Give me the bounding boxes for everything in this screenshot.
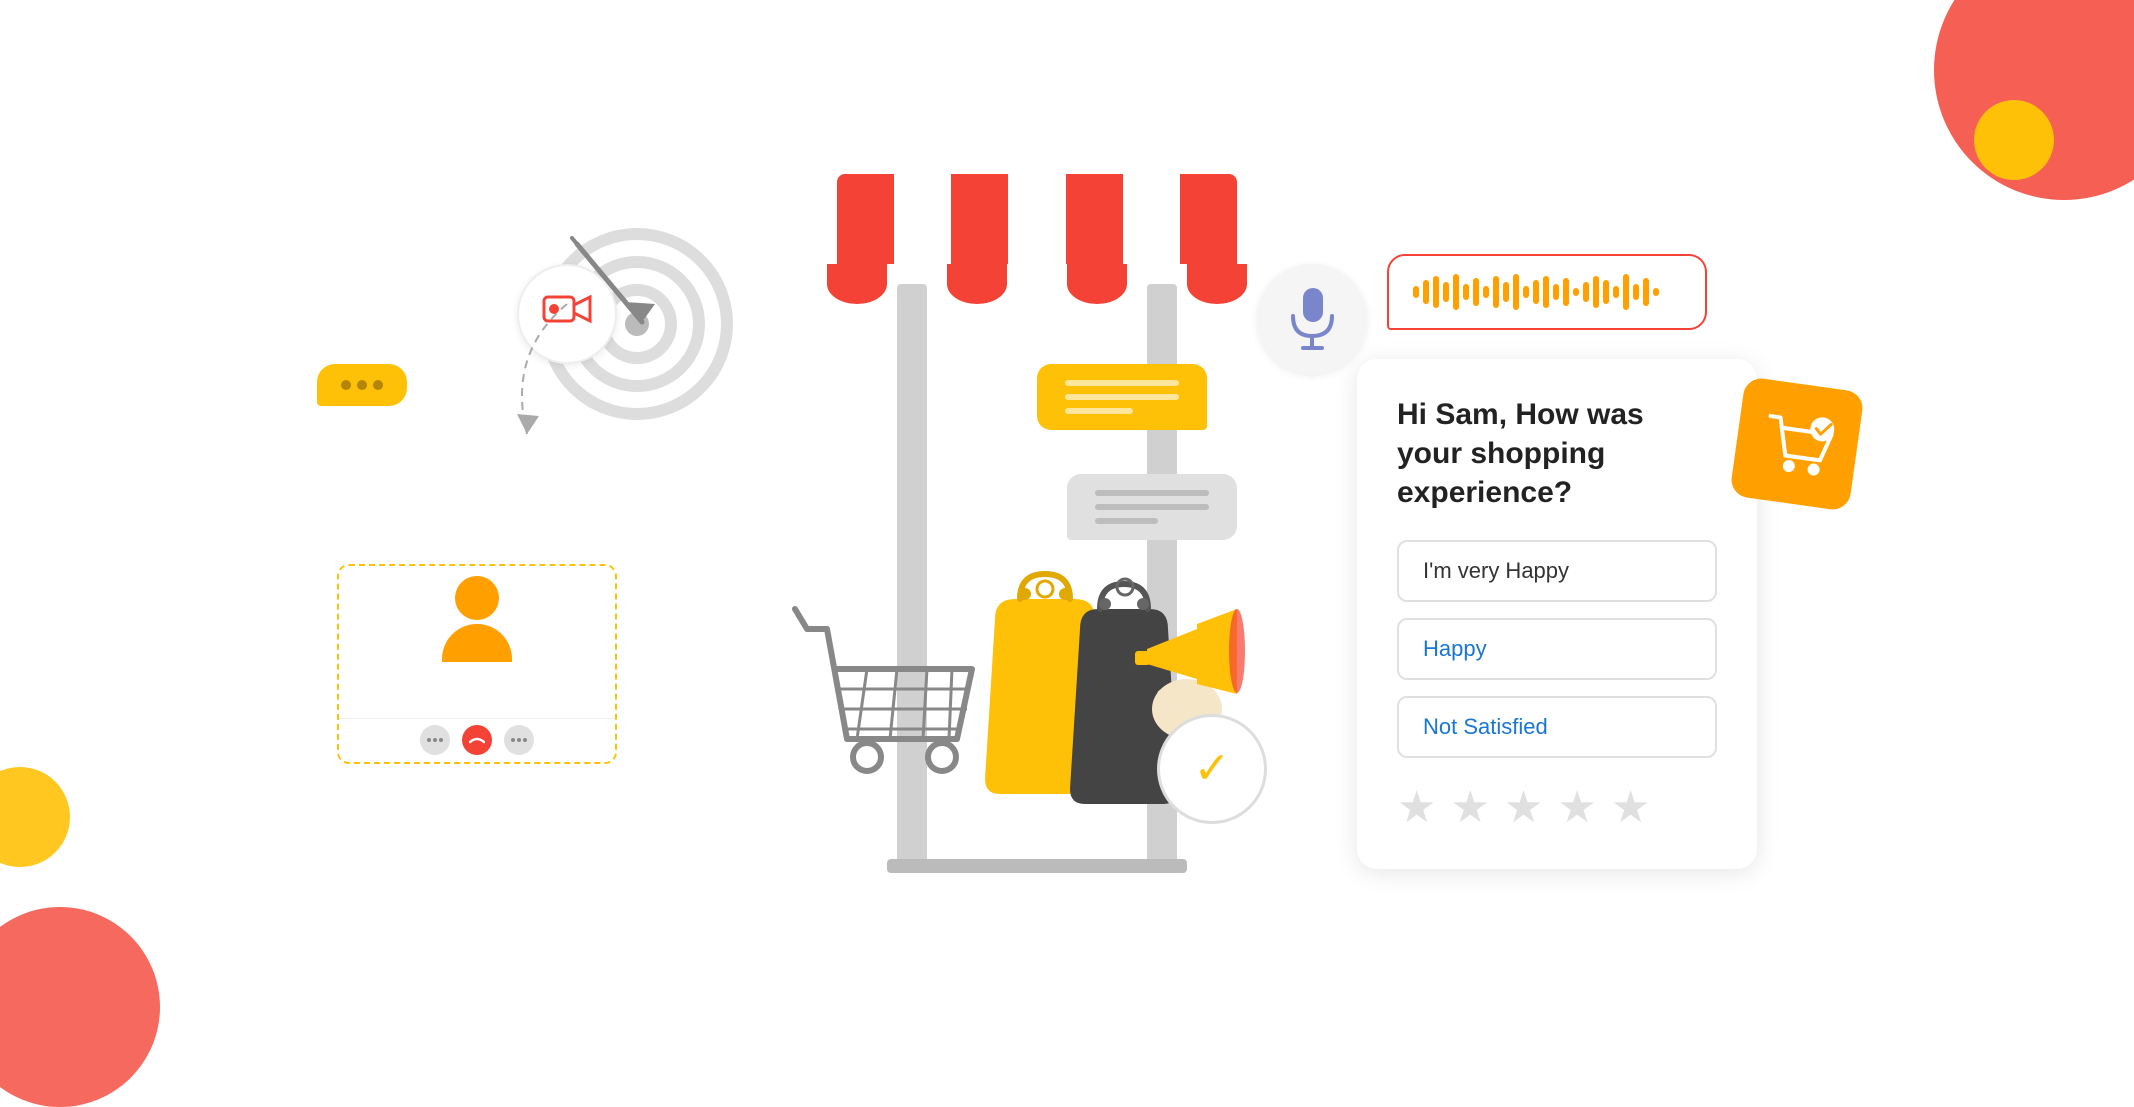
star-4[interactable]: ★ (1557, 782, 1596, 833)
cart-svg (787, 599, 987, 799)
chat-line (1065, 380, 1179, 386)
chat-line-gray (1095, 518, 1158, 524)
microphone-icon (1285, 286, 1340, 351)
stars-row: ★ ★ ★ ★ ★ (1397, 782, 1717, 833)
star-5[interactable]: ★ (1611, 782, 1650, 833)
survey-card: Hi Sam, How was your shopping experience… (1357, 359, 1757, 869)
dot2 (357, 380, 367, 390)
microphone-circle (1257, 264, 1367, 374)
awning-top (837, 174, 1237, 264)
stripe (837, 174, 894, 264)
chat-bubble-dots (317, 364, 407, 406)
cart-icon-box (1729, 376, 1865, 512)
center-section: ✓ (757, 144, 1317, 924)
shopping-cart (787, 599, 987, 804)
option-not-satisfied-label: Not Satisfied (1423, 714, 1548, 739)
right-section: Hi Sam, How was your shopping experience… (1357, 184, 1817, 884)
cart-icon-orange (1758, 406, 1836, 480)
video-avatar (442, 576, 512, 662)
video-control-hangup[interactable] (462, 725, 492, 755)
video-controls (339, 718, 615, 762)
person-head (455, 576, 499, 620)
stripe (1008, 174, 1065, 264)
chat-line (1065, 408, 1133, 414)
chat-line-gray (1095, 504, 1209, 510)
chat-line-gray (1095, 490, 1209, 496)
video-control-more[interactable] (504, 725, 534, 755)
option-happy[interactable]: Happy (1397, 618, 1717, 680)
checkmark-circle: ✓ (1157, 714, 1267, 824)
stripe (951, 174, 1008, 264)
stripe (894, 174, 951, 264)
option-not-satisfied[interactable]: Not Satisfied (1397, 696, 1717, 758)
person-body (442, 624, 512, 662)
stripe (1123, 174, 1180, 264)
stripe (1180, 174, 1237, 264)
waveform-svg (1409, 270, 1669, 314)
video-card-inner (339, 566, 615, 762)
option-very-happy-label: I'm very Happy (1423, 558, 1569, 583)
dot1 (341, 380, 351, 390)
survey-question: Hi Sam, How was your shopping experience… (1397, 395, 1717, 512)
left-section (317, 184, 737, 884)
stripe (1066, 174, 1123, 264)
star-1[interactable]: ★ (1397, 782, 1436, 833)
chat-bubble-center-yellow (1037, 364, 1207, 430)
chat-bubble-center-gray (1067, 474, 1237, 540)
option-very-happy[interactable]: I'm very Happy (1397, 540, 1717, 602)
audio-waveform-bubble (1387, 254, 1707, 330)
main-container: ✓ (0, 0, 2134, 1067)
check-icon: ✓ (1194, 743, 1231, 794)
option-happy-label: Happy (1423, 636, 1487, 661)
chat-line (1065, 394, 1179, 400)
video-call-card (337, 564, 617, 764)
dot3 (373, 380, 383, 390)
video-control-dots[interactable] (420, 725, 450, 755)
star-3[interactable]: ★ (1504, 782, 1543, 833)
dashed-arrow-curve (487, 294, 617, 454)
star-2[interactable]: ★ (1450, 782, 1489, 833)
